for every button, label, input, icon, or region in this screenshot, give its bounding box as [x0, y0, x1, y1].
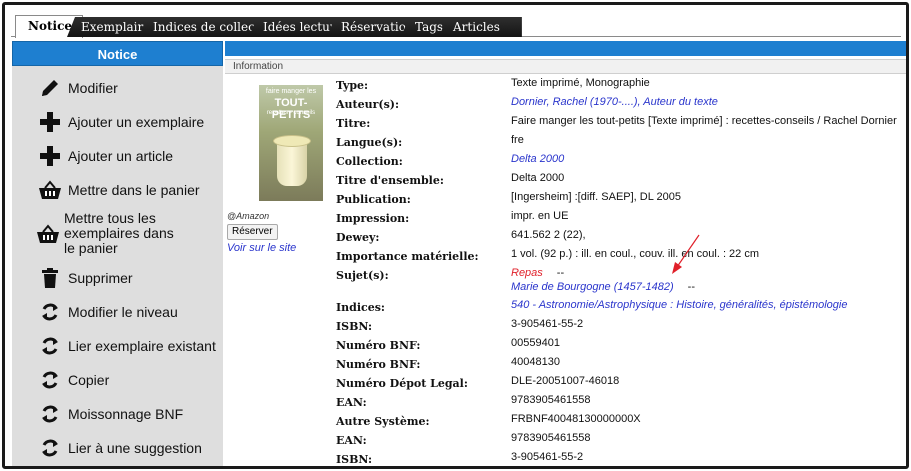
sidebar-title: Notice — [12, 41, 223, 66]
field-label-ean: EAN: — [336, 434, 367, 447]
field-value-dewey: 641.562 2 (22), — [511, 229, 586, 241]
sidebar-item-lier-suggestion[interactable]: Lier à une suggestion — [12, 435, 223, 461]
sidebar-item-supprimer[interactable]: Supprimer — [12, 265, 223, 291]
sidebar-item-ajouter-exemplaire[interactable]: Ajouter un exemplaire — [12, 109, 223, 135]
field-label-impression: Impression: — [336, 212, 410, 225]
field-label-numero-bnf: Numéro BNF: — [336, 358, 421, 371]
sidebar-item-label: Modifier le niveau — [68, 303, 178, 320]
cover-source: @Amazon — [227, 211, 270, 221]
field-label-sujets: Sujet(s): — [336, 269, 389, 282]
field-value-indices[interactable]: 540 - Astronomie/Astrophysique : Histoir… — [511, 299, 847, 311]
field-label-numero-bnf: Numéro BNF: — [336, 339, 421, 352]
field-value-autre-systeme: FRBNF40048130000000X — [511, 413, 641, 425]
sidebar-item-tous-panier[interactable]: Mettre tous les exemplaires dans le pani… — [12, 211, 182, 256]
refresh-icon — [36, 367, 64, 393]
sidebar-item-label: Mettre dans le panier — [68, 181, 200, 198]
refresh-icon — [36, 333, 64, 359]
section-header: Information — [225, 59, 906, 74]
window-frame: Notice Exemplaires Indices de collection… — [2, 2, 909, 469]
tab-bar: Notice Exemplaires Indices de collection… — [11, 13, 901, 38]
plus-icon — [36, 143, 64, 169]
cover-text: faire manger les — [265, 88, 317, 95]
basket-icon — [36, 221, 60, 247]
sidebar-item-label: Copier — [68, 371, 110, 388]
field-label-titre-ensemble: Titre d'ensemble: — [336, 174, 444, 187]
main-content: Information faire manger les TOUT-PETITS… — [225, 41, 906, 466]
field-value-titre-ensemble: Delta 2000 — [511, 172, 565, 184]
refresh-icon — [36, 435, 64, 461]
trash-icon — [36, 265, 64, 291]
field-value-titre: Faire manger les tout-petits [Texte impr… — [511, 115, 897, 127]
field-value-ean: 9783905461558 — [511, 394, 591, 406]
field-label-isbn: ISBN: — [336, 453, 373, 466]
sidebar-item-copier[interactable]: Copier — [12, 367, 223, 393]
field-label-collection: Collection: — [336, 155, 403, 168]
sidebar-item-label: Lier exemplaire existant — [68, 337, 216, 354]
field-value-numero-bnf: 40048130 — [511, 356, 560, 368]
field-value-collection[interactable]: Delta 2000 — [511, 153, 564, 165]
field-value-publication: [Ingersheim] :[diff. SAEP], DL 2005 — [511, 191, 681, 203]
basket-icon — [36, 177, 64, 203]
refresh-icon — [36, 299, 64, 325]
field-label-publication: Publication: — [336, 193, 411, 206]
subject-separator: -- — [687, 281, 695, 293]
sidebar-item-label: Mettre tous les exemplaires dans le pani… — [64, 210, 174, 256]
refresh-icon — [36, 401, 64, 427]
field-label-dewey: Dewey: — [336, 231, 380, 244]
field-value-type: Texte imprimé, Monographie — [511, 77, 650, 89]
annotation-arrow-icon — [672, 234, 700, 274]
field-label-ean: EAN: — [336, 396, 367, 409]
sidebar-item-label: Ajouter un exemplaire — [68, 113, 205, 130]
field-label-titre: Titre: — [336, 117, 371, 130]
field-label-auteurs: Auteur(s): — [336, 98, 400, 111]
field-value-langues: fre — [511, 134, 524, 146]
field-label-depot-legal: Numéro Dépot Legal: — [336, 377, 468, 390]
site-link[interactable]: Voir sur le site — [227, 242, 296, 254]
sidebar-item-label: Ajouter un article — [68, 147, 174, 164]
field-label-importance: Importance matérielle: — [336, 250, 479, 263]
sidebar-item-moissonnage-bnf[interactable]: Moissonnage BNF — [12, 401, 223, 427]
field-label-autre-systeme: Autre Système: — [336, 415, 430, 428]
sidebar-item-label: Modifier — [68, 79, 118, 96]
field-value-sujets-2: Marie de Bourgogne (1457-1482) -- — [511, 281, 695, 293]
soup-illustration — [273, 135, 311, 147]
field-label-type: Type: — [336, 79, 369, 92]
field-value-numero-bnf: 00559401 — [511, 337, 560, 349]
field-value-importance: 1 vol. (92 p.) : ill. en coul., couv. il… — [511, 248, 760, 260]
subject-link-marie-de-bourgogne[interactable]: Marie de Bourgogne (1457-1482) — [511, 281, 674, 293]
field-value-isbn: 3-905461-55-2 — [511, 318, 584, 330]
sidebar-item-panier[interactable]: Mettre dans le panier — [12, 177, 223, 203]
book-cover-image[interactable]: faire manger les TOUT-PETITS recettes - … — [259, 85, 323, 201]
pencil-icon — [36, 75, 64, 101]
field-value-sujets: Repas -- — [511, 267, 564, 279]
field-value-impression: impr. en UE — [511, 210, 569, 222]
main-header-bar — [225, 41, 906, 56]
sidebar: Notice Modifier Ajouter un exemplaire Aj… — [12, 41, 223, 466]
field-value-ean: 9783905461558 — [511, 432, 591, 444]
sidebar-item-lier-exemplaire[interactable]: Lier exemplaire existant — [12, 333, 223, 359]
subject-link-repas[interactable]: Repas — [511, 267, 543, 279]
field-label-indices: Indices: — [336, 301, 385, 314]
sidebar-item-label: Lier à une suggestion — [68, 439, 202, 456]
field-value-auteurs[interactable]: Dornier, Rachel (1970-....), Auteur du t… — [511, 96, 718, 108]
tab-articles[interactable]: Articles — [439, 17, 522, 37]
plus-icon — [36, 109, 64, 135]
field-label-langues: Langue(s): — [336, 136, 403, 149]
reserve-button[interactable]: Réserver — [227, 224, 278, 240]
sidebar-item-label: Supprimer — [68, 269, 133, 286]
sidebar-item-ajouter-article[interactable]: Ajouter un article — [12, 143, 223, 169]
cover-title: TOUT-PETITS — [271, 97, 311, 121]
subject-separator: -- — [556, 267, 565, 279]
sidebar-item-modifier-niveau[interactable]: Modifier le niveau — [12, 299, 223, 325]
cover-text: recettes - conseils — [266, 110, 316, 116]
field-label-isbn: ISBN: — [336, 320, 373, 333]
field-value-depot-legal: DLE-20051007-46018 — [511, 375, 620, 387]
field-value-isbn: 3-905461-55-2 — [511, 451, 584, 463]
sidebar-item-label: Moissonnage BNF — [68, 405, 184, 422]
sidebar-item-modifier[interactable]: Modifier — [12, 75, 223, 101]
